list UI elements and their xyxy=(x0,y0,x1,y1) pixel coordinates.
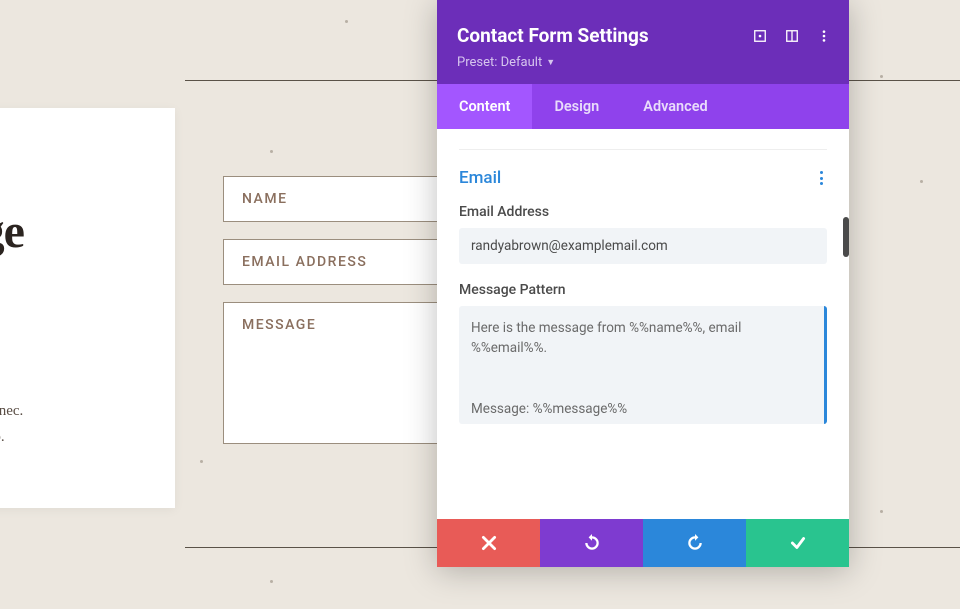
tab-design[interactable]: Design xyxy=(532,84,621,129)
email-address-label: Email Address xyxy=(459,204,827,220)
tab-content[interactable]: Content xyxy=(437,84,532,129)
scrollbar-thumb[interactable] xyxy=(843,217,849,257)
caret-down-icon: ▼ xyxy=(546,57,555,68)
redo-button[interactable] xyxy=(643,519,746,567)
cancel-button[interactable] xyxy=(437,519,540,567)
section-title[interactable]: Email xyxy=(459,168,501,188)
page-body: habitasse nec. s nunc leo. xyxy=(0,399,155,450)
email-address-input[interactable] xyxy=(459,228,827,264)
settings-panel: Contact Form Settings Preset: Default ▼ … xyxy=(437,0,849,567)
undo-button[interactable] xyxy=(540,519,643,567)
page-heading: sage xyxy=(0,204,155,259)
tabs: Content Design Advanced xyxy=(437,84,849,129)
panel-footer xyxy=(437,519,849,567)
panel-header: Contact Form Settings Preset: Default ▼ xyxy=(437,0,849,84)
section-email: Email Email Address Message Pattern xyxy=(459,149,827,428)
panel-body: Email Email Address Message Pattern xyxy=(437,129,849,519)
page-card: sage habitasse nec. s nunc leo. xyxy=(0,108,175,508)
preset-dropdown[interactable]: Preset: Default ▼ xyxy=(457,55,555,70)
more-icon[interactable] xyxy=(817,28,831,42)
expand-icon[interactable] xyxy=(753,28,767,42)
tab-advanced[interactable]: Advanced xyxy=(621,84,729,129)
layout-icon[interactable] xyxy=(785,28,799,42)
message-pattern-label: Message Pattern xyxy=(459,282,827,298)
message-pattern-textarea[interactable] xyxy=(459,306,827,424)
save-button[interactable] xyxy=(746,519,849,567)
section-menu-icon[interactable] xyxy=(816,169,827,187)
